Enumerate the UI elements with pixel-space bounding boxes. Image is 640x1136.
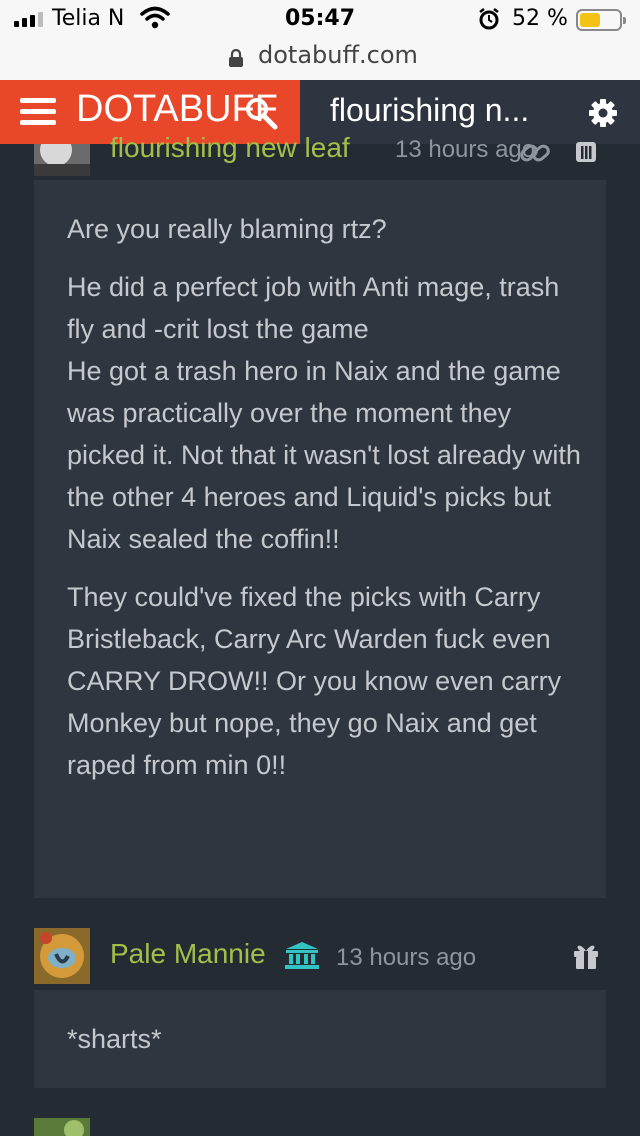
- avatar[interactable]: [34, 928, 90, 984]
- lock-icon: [229, 48, 243, 67]
- comment-timestamp: 13 hours ago: [336, 944, 477, 971]
- hamburger-menu-icon[interactable]: [20, 98, 56, 126]
- trash-icon[interactable]: [574, 140, 598, 164]
- comment-username[interactable]: flourishing new leaf: [110, 132, 350, 164]
- browser-url-bar[interactable]: dotabuff.com: [0, 40, 640, 80]
- comment-paragraph: Are you really blaming rtz?: [67, 214, 387, 244]
- battery-percentage: 52 %: [512, 6, 568, 31]
- gear-icon[interactable]: [588, 98, 618, 128]
- battery-icon: [576, 9, 626, 31]
- comment-paragraph: They could've fixed the picks with Carry…: [67, 582, 562, 780]
- avatar[interactable]: [34, 1118, 90, 1136]
- comment-timestamp: 13 hours ago: [395, 136, 536, 163]
- page-title: flourishing n...: [330, 92, 530, 128]
- bank-icon: [285, 942, 319, 969]
- status-bar: Telia N 05:47 52 %: [0, 0, 640, 40]
- comment-username[interactable]: Pale Mannie: [110, 938, 266, 970]
- comment-paragraph: He did a perfect job with Anti mage, tra…: [67, 272, 581, 554]
- comment-body: *sharts*: [34, 990, 606, 1088]
- gift-icon[interactable]: [572, 942, 600, 970]
- link-icon[interactable]: [518, 140, 552, 166]
- search-icon[interactable]: [244, 96, 278, 130]
- comment-paragraph: *sharts*: [67, 1024, 162, 1054]
- comment-body: Are you really blaming rtz? He did a per…: [34, 180, 606, 898]
- url-text[interactable]: dotabuff.com: [258, 40, 418, 70]
- avatar[interactable]: [34, 144, 90, 176]
- alarm-icon: [479, 8, 499, 30]
